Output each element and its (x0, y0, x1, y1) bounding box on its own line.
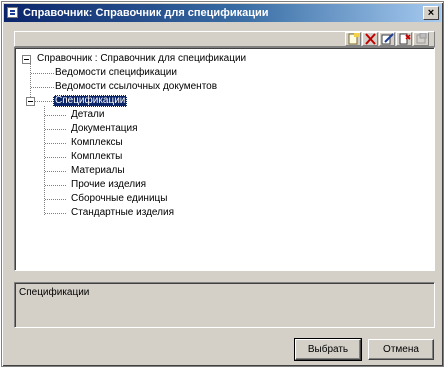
tree-view[interactable]: Справочник : Справочник для спецификации… (14, 47, 435, 271)
delete-icon (365, 33, 376, 45)
status-text: Спецификации (19, 287, 90, 298)
tree-child-item[interactable]: Сборочные единицы (71, 193, 167, 205)
properties-icon (399, 33, 411, 45)
title-bar[interactable]: Справочник: Справочник для спецификации … (4, 4, 441, 22)
disabled-action-button[interactable] (413, 32, 429, 46)
tree-child-item[interactable]: Прочие изделия (71, 179, 146, 191)
tree-root[interactable]: Справочник : Справочник для спецификации (37, 53, 246, 65)
delete-button[interactable] (362, 32, 378, 46)
new-item-button[interactable] (345, 32, 361, 46)
disabled-action-icon (416, 33, 427, 44)
tree-child-item[interactable]: Детали (71, 109, 104, 121)
new-item-icon (348, 33, 359, 45)
app-icon (7, 7, 18, 18)
collapse-branch-toggle[interactable] (26, 97, 35, 106)
tree-child-item[interactable]: Документация (71, 123, 138, 135)
dialog-window: Справочник: Справочник для спецификации … (1, 1, 444, 367)
tree-item-selected[interactable]: Спецификации (53, 95, 128, 107)
tree-child-item[interactable]: Комплекты (71, 151, 122, 163)
tree-child-item[interactable]: Материалы (71, 165, 125, 177)
status-panel: Спецификации (14, 282, 435, 328)
tree-child-item[interactable]: Стандартные изделия (71, 207, 174, 219)
close-button[interactable]: × (423, 6, 439, 20)
tree-child-item[interactable]: Комплексы (71, 137, 123, 149)
edit-button[interactable] (379, 32, 395, 46)
properties-button[interactable] (396, 32, 412, 46)
tree-item[interactable]: Ведомости спецификации (55, 67, 177, 79)
edit-icon (381, 33, 394, 45)
tree-item[interactable]: Ведомости ссылочных документов (55, 81, 217, 93)
cancel-button[interactable]: Отмена (368, 339, 434, 360)
select-button[interactable]: Выбрать (294, 338, 362, 361)
window-title: Справочник: Справочник для спецификации (23, 7, 269, 19)
collapse-root-toggle[interactable] (22, 55, 31, 64)
